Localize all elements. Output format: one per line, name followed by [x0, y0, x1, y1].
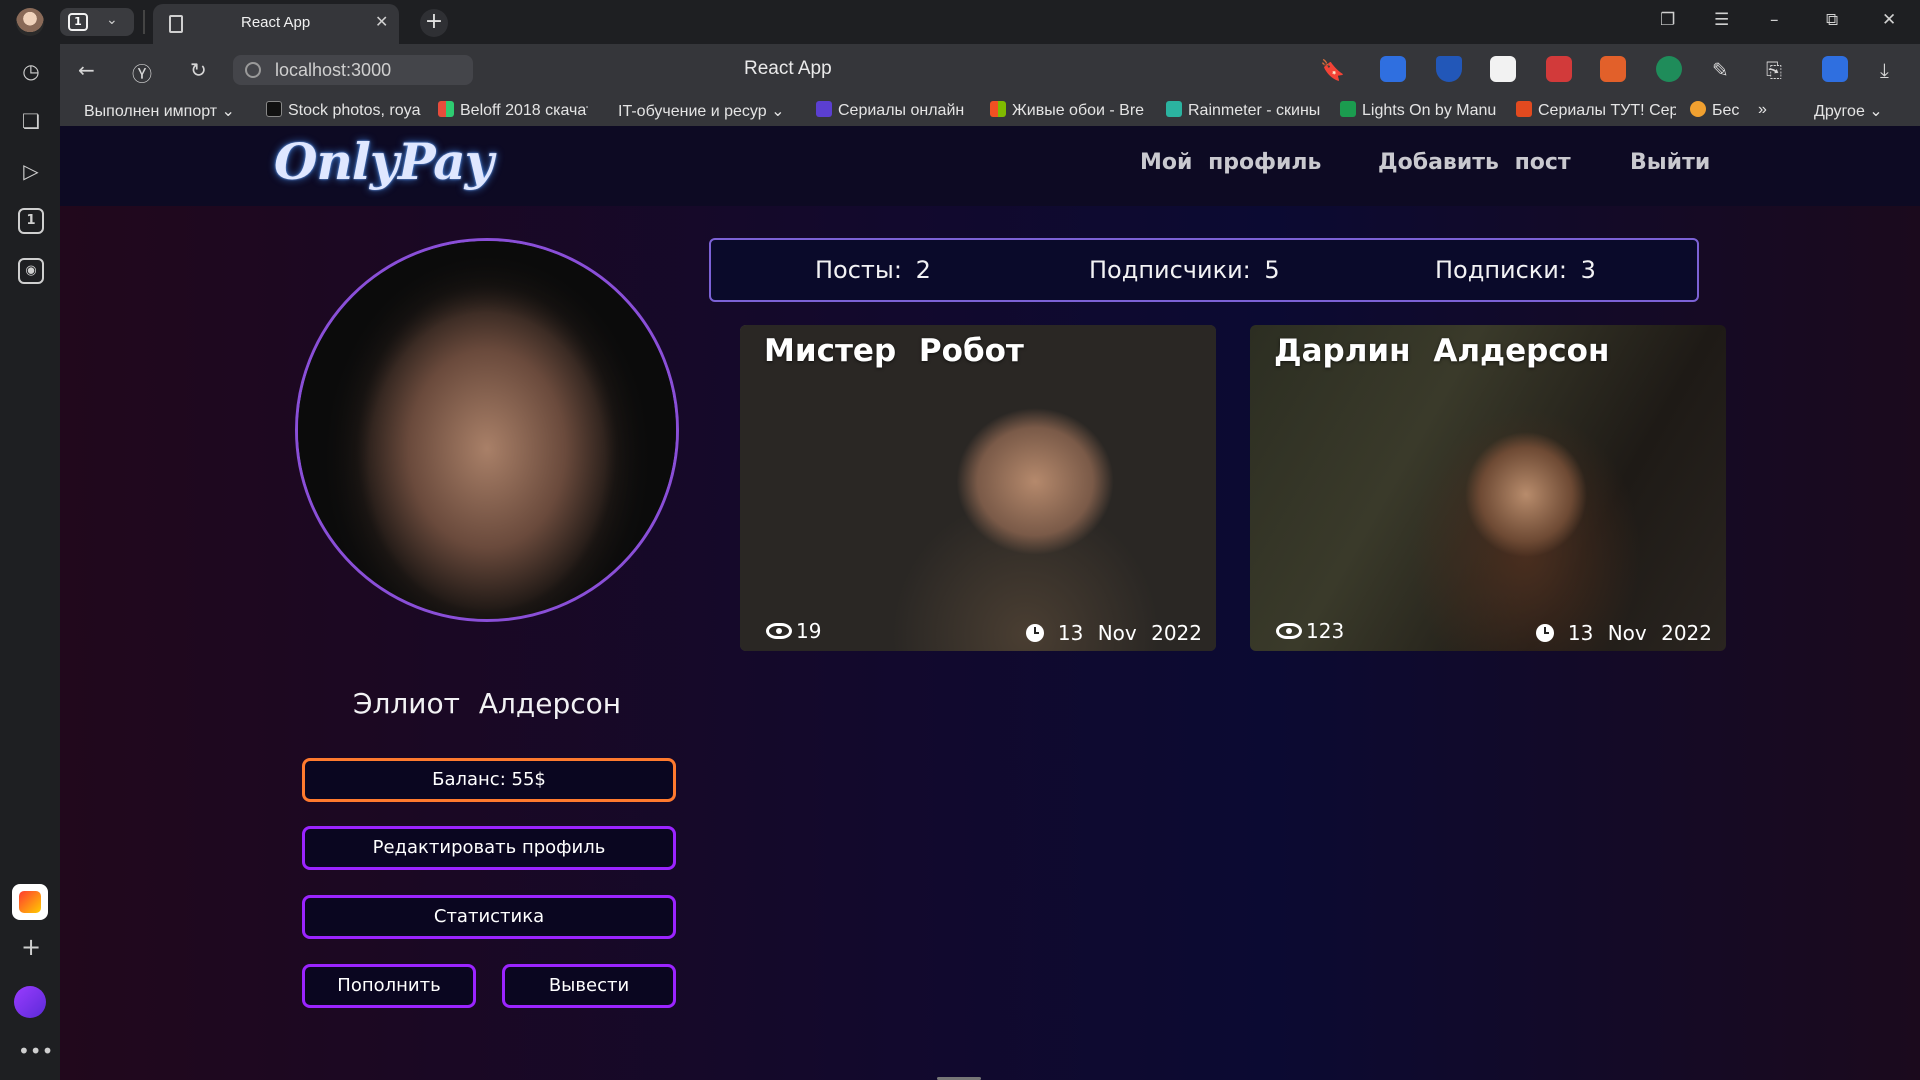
- collections-icon[interactable]: ❏: [18, 108, 44, 134]
- more-options-icon[interactable]: •••: [18, 1038, 53, 1064]
- bookmark-folder-it[interactable]: IT-обучение и ресур ⌄: [618, 101, 794, 121]
- bookmarks-bar: Выполнен импорт ⌄ Stock photos, roya Bel…: [60, 96, 1920, 126]
- post-card[interactable]: Мистер Робот 19 13 Nov 2022: [740, 325, 1216, 651]
- tab-count: 1: [68, 13, 88, 31]
- browser-tab[interactable]: React App ✕: [153, 4, 399, 44]
- clock-icon: [1535, 624, 1554, 642]
- history-icon[interactable]: ◷: [18, 58, 44, 84]
- bookmark-item[interactable]: Сериалы онлайн: [816, 101, 976, 120]
- notes-icon[interactable]: ⎘: [1766, 58, 1782, 82]
- user-avatar[interactable]: [16, 8, 44, 36]
- new-tab-button[interactable]: +: [420, 9, 448, 37]
- clock-icon: [1025, 624, 1044, 642]
- post-title: Дарлин Алдерсон: [1274, 333, 1610, 369]
- title-bar: 1 ⌄ React App ✕ + ❐ ☰ – ⧉ ✕: [0, 0, 1920, 44]
- red-extension-icon[interactable]: [1546, 56, 1572, 82]
- nav-add-post[interactable]: Добавить пост: [1378, 150, 1571, 175]
- topup-button[interactable]: Пополнить: [302, 964, 476, 1008]
- bookmark-item[interactable]: Lights On by Manu: [1340, 101, 1500, 120]
- statistics-button[interactable]: Статистика: [302, 895, 676, 939]
- post-card[interactable]: Дарлин Алдерсон 123 13 Nov 2022: [1250, 325, 1726, 651]
- bookmark-item[interactable]: Beloff 2018 скачат: [438, 101, 588, 120]
- play-icon[interactable]: ▷: [18, 158, 44, 184]
- tab-one-icon[interactable]: 1: [18, 208, 44, 234]
- site-info-icon[interactable]: [245, 62, 261, 78]
- download-icon[interactable]: ⤓: [1880, 58, 1889, 82]
- bookmark-folder-imported[interactable]: Выполнен импорт ⌄: [84, 101, 234, 121]
- add-panel-icon[interactable]: +: [18, 934, 44, 960]
- eye-icon: [766, 623, 792, 639]
- collections-icon[interactable]: ❐: [1660, 10, 1675, 30]
- page-icon: [169, 15, 183, 33]
- minimize-icon[interactable]: –: [1770, 10, 1779, 30]
- profile-name: Эллиот Алдерсон: [352, 687, 622, 720]
- bookmark-icon[interactable]: 🔖: [1320, 58, 1345, 82]
- browser-toolbar: ← Ⓨ ↻ localhost:3000 React App 🔖 ✎ ⎘ ⤓: [60, 44, 1920, 96]
- translator-extension-icon[interactable]: [1600, 56, 1626, 82]
- post-date: 13 Nov 2022: [1535, 621, 1712, 645]
- bookmark-item[interactable]: Stock photos, roya: [266, 101, 426, 120]
- posts-count[interactable]: Посты: 2: [815, 256, 931, 284]
- tab-counter-button[interactable]: 1 ⌄: [60, 8, 134, 36]
- balance-button[interactable]: Баланс: 55$: [302, 758, 676, 802]
- followers-count[interactable]: Подписчики: 5: [1089, 256, 1280, 284]
- bookmark-item[interactable]: Rainmeter - скины: [1166, 101, 1326, 120]
- nav-logout[interactable]: Выйти: [1630, 150, 1710, 175]
- post-title: Мистер Робот: [764, 333, 1024, 369]
- app-page: OnlyPay Мой профиль Добавить пост Выйти …: [60, 126, 1920, 1080]
- app-navbar: OnlyPay Мой профиль Добавить пост Выйти: [60, 126, 1920, 206]
- glasses-extension-icon[interactable]: [1490, 56, 1516, 82]
- profile-avatar: [295, 238, 679, 622]
- more-bookmarks-icon[interactable]: »: [1758, 101, 1767, 119]
- chevron-down-icon: ⌄: [106, 12, 118, 28]
- docs-extension-icon[interactable]: [1822, 56, 1848, 82]
- pen-icon[interactable]: ✎: [1712, 58, 1729, 82]
- close-tab-icon[interactable]: ✕: [375, 12, 388, 31]
- page-title: React App: [744, 58, 832, 79]
- tab-title: React App: [241, 14, 311, 31]
- bookmarks-other-folder[interactable]: Другое ⌄: [1814, 101, 1883, 121]
- stats-bar: Посты: 2 Подписчики: 5 Подписки: 3: [709, 238, 1699, 302]
- eye-icon: [1276, 623, 1302, 639]
- mail-app-icon[interactable]: [12, 884, 48, 920]
- divider: [143, 10, 145, 34]
- reload-icon[interactable]: ↻: [190, 58, 207, 82]
- browser-sidebar: ◷ ❏ ▷ 1 ◉ + •••: [0, 44, 60, 1080]
- post-image: [740, 325, 1216, 651]
- address-bar[interactable]: localhost:3000: [233, 55, 473, 85]
- avatar-shading: [298, 241, 676, 619]
- close-window-icon[interactable]: ✕: [1882, 10, 1896, 30]
- restore-icon[interactable]: ⧉: [1826, 10, 1838, 30]
- bookmark-item[interactable]: Живые обои - Bre: [990, 101, 1148, 120]
- screenshot-icon[interactable]: ◉: [18, 258, 44, 284]
- target-extension-icon[interactable]: [1656, 56, 1682, 82]
- post-views: 19: [766, 619, 821, 643]
- yandex-icon[interactable]: Ⓨ: [132, 58, 152, 87]
- alice-assistant-icon[interactable]: [14, 986, 46, 1018]
- back-icon[interactable]: ←: [78, 58, 95, 82]
- url-text: localhost:3000: [275, 60, 392, 80]
- post-date: 13 Nov 2022: [1025, 621, 1202, 645]
- nav-my-profile[interactable]: Мой профиль: [1140, 150, 1321, 175]
- translate-extension-icon[interactable]: [1380, 56, 1406, 82]
- bookmark-item[interactable]: Сериалы ТУТ! Сер: [1516, 101, 1676, 120]
- following-count[interactable]: Подписки: 3: [1435, 256, 1596, 284]
- onlypay-logo[interactable]: OnlyPay: [274, 132, 494, 191]
- menu-icon[interactable]: ☰: [1714, 10, 1729, 30]
- post-views: 123: [1276, 619, 1344, 643]
- shield-extension-icon[interactable]: [1436, 56, 1462, 82]
- post-image: [1250, 325, 1726, 651]
- edit-profile-button[interactable]: Редактировать профиль: [302, 826, 676, 870]
- bookmark-item[interactable]: Бес: [1690, 101, 1750, 120]
- withdraw-button[interactable]: Вывести: [502, 964, 676, 1008]
